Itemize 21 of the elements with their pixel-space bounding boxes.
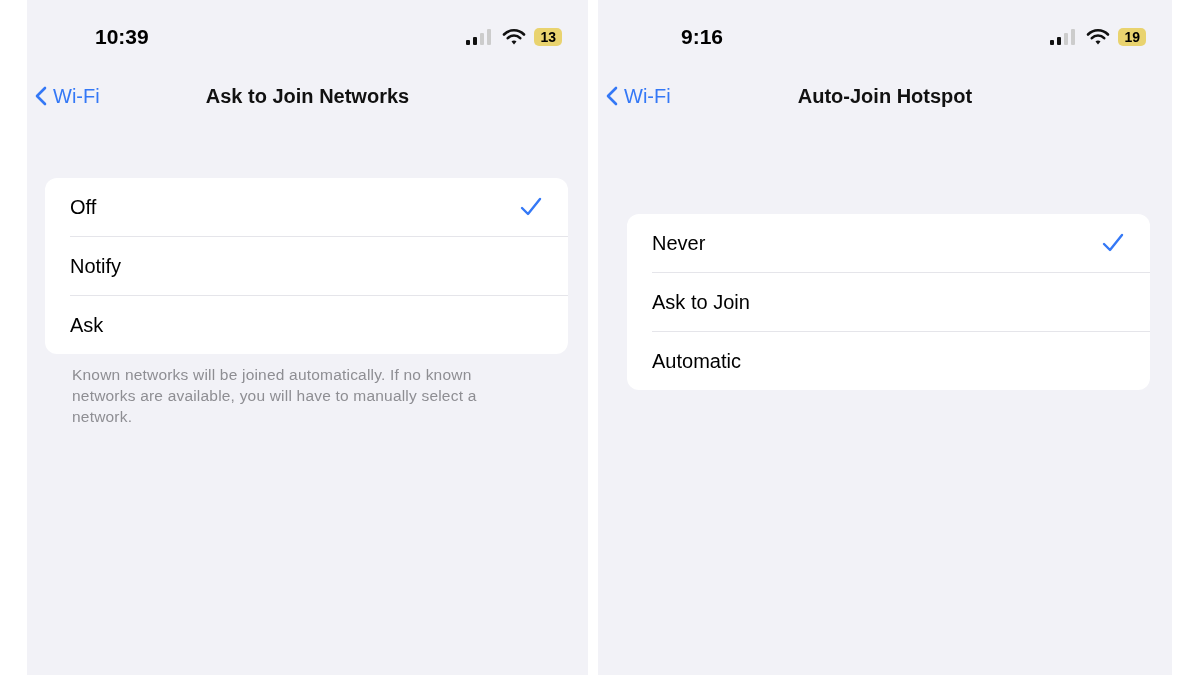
footer-note: Known networks will be joined automatically. If no known networks are available, you will have to manually select a network. xyxy=(72,365,478,427)
wifi-icon xyxy=(502,28,527,46)
back-button[interactable]: Wi-Fi xyxy=(604,84,673,108)
checkmark-icon xyxy=(1102,233,1124,253)
option-row[interactable]: Ask xyxy=(70,295,568,354)
option-row[interactable]: Never xyxy=(652,214,1150,272)
page-title: Auto-Join Hotspot xyxy=(797,84,973,108)
status-time: 10:39 xyxy=(95,25,150,49)
option-row[interactable]: Ask to Join xyxy=(652,272,1150,331)
option-row[interactable]: Automatic xyxy=(652,331,1150,390)
option-row[interactable]: Off xyxy=(70,178,568,236)
back-chevron-icon xyxy=(606,86,618,106)
option-row[interactable]: Notify xyxy=(70,236,568,295)
back-chevron-icon xyxy=(35,86,47,106)
page-title: Ask to Join Networks xyxy=(205,84,410,108)
checkmark-icon xyxy=(520,197,542,217)
status-time: 9:16 xyxy=(681,25,725,49)
wifi-icon xyxy=(1086,28,1111,46)
battery-icon: 19 xyxy=(1118,28,1146,46)
back-button[interactable]: Wi-Fi xyxy=(33,84,102,108)
battery-icon: 13 xyxy=(534,28,562,46)
